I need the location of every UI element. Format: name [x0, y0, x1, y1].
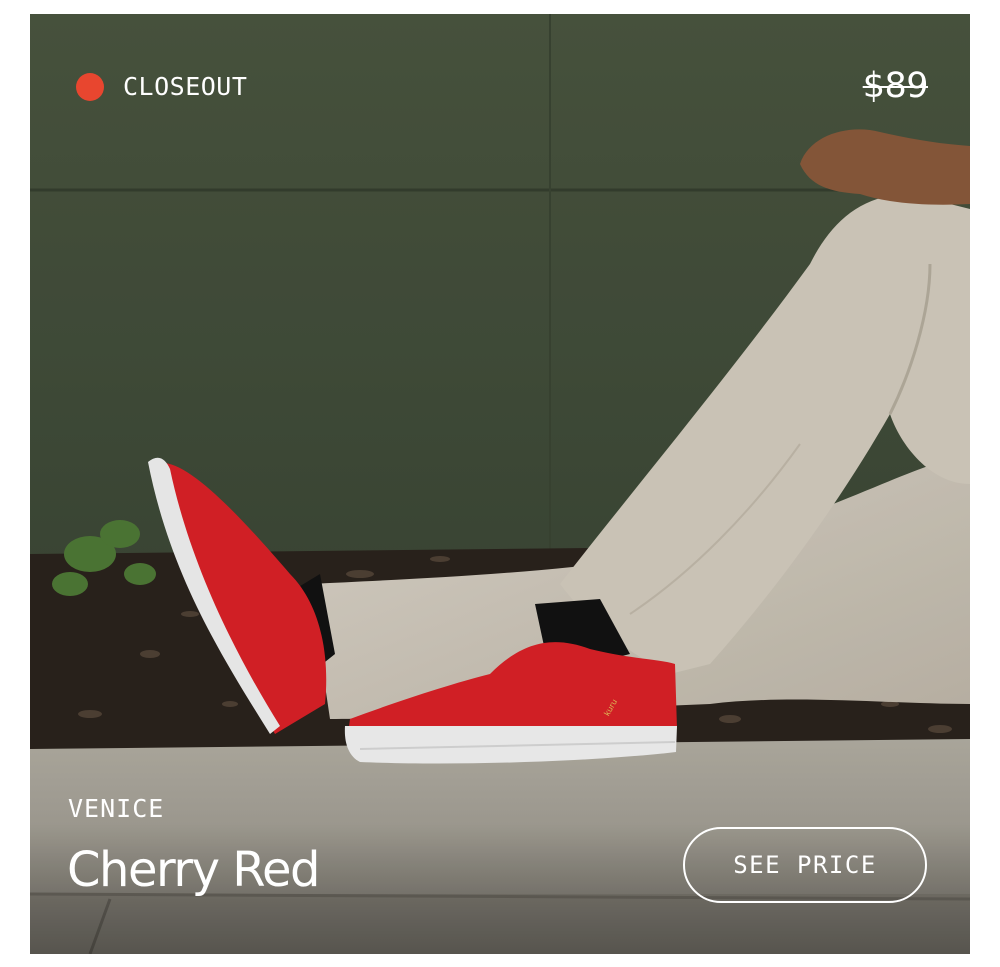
- badge-label: CLOSEOUT: [123, 72, 248, 101]
- status-dot-icon: [76, 72, 104, 101]
- collection-name: VENICE: [68, 794, 165, 823]
- product-color-name: Cherry Red: [67, 842, 320, 898]
- product-photo: kuru: [30, 14, 970, 954]
- see-price-button[interactable]: SEE PRICE: [683, 827, 927, 903]
- original-price: $89: [862, 66, 929, 106]
- product-card[interactable]: kuru CLOSEOUT $89 VENICE Cherry Red SEE …: [30, 14, 970, 954]
- closeout-badge: CLOSEOUT: [76, 72, 247, 101]
